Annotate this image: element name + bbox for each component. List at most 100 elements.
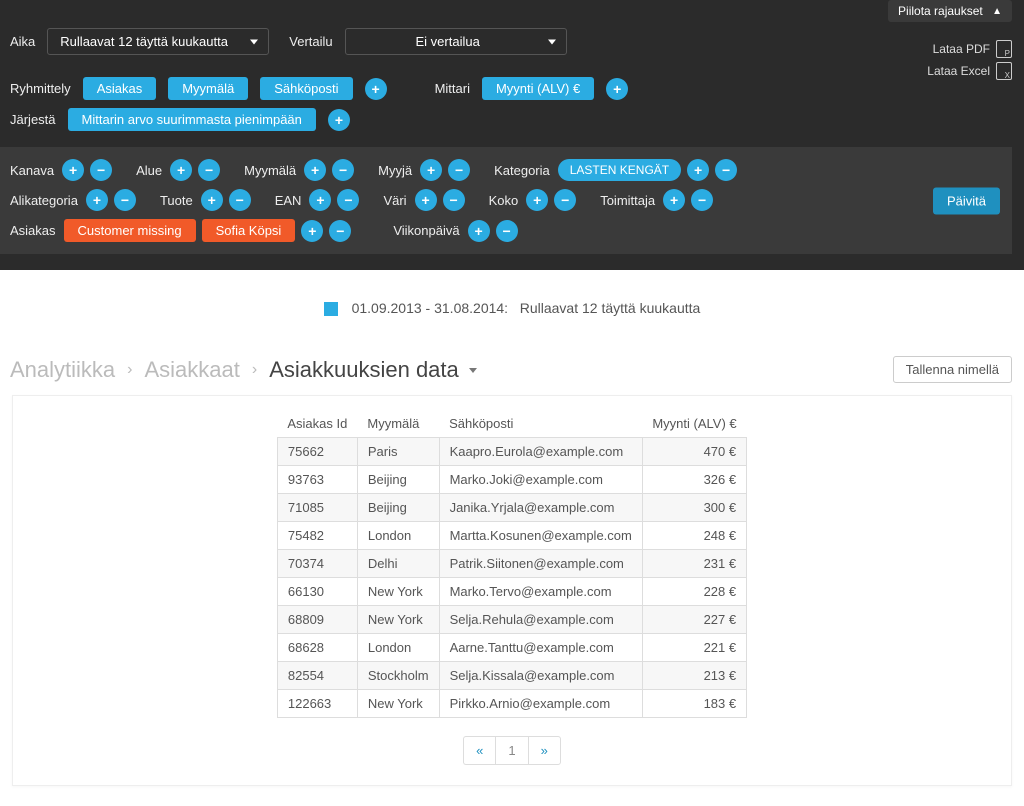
cell-email: Selja.Rehula@example.com (439, 606, 642, 634)
cell-sales: 228 € (642, 578, 746, 606)
pager-prev[interactable]: « (463, 736, 495, 765)
compare-dropdown[interactable]: Ei vertailua (345, 28, 567, 55)
filter-asiakas-label: Asiakas (10, 223, 56, 238)
download-pdf[interactable]: Lataa PDF (927, 40, 1012, 58)
table-row: 71085BeijingJanika.Yrjala@example.com300… (277, 494, 746, 522)
toimittaja-minus[interactable] (691, 189, 713, 211)
cell-email: Marko.Tervo@example.com (439, 578, 642, 606)
save-as-button[interactable]: Tallenna nimellä (893, 356, 1012, 383)
add-order-button[interactable] (328, 109, 350, 131)
table-row: 75662ParisKaapro.Eurola@example.com470 € (277, 438, 746, 466)
alikategoria-plus[interactable] (86, 189, 108, 211)
cell-sales: 227 € (642, 606, 746, 634)
breadcrumb-sep: › (252, 361, 257, 379)
hide-filters-toggle[interactable]: Piilota rajaukset ▲ (888, 0, 1012, 22)
tuote-minus[interactable] (229, 189, 251, 211)
myymala-minus[interactable] (332, 159, 354, 181)
update-button[interactable]: Päivitä (933, 187, 1000, 214)
table-row: 122663New YorkPirkko.Arnio@example.com18… (277, 690, 746, 718)
cell-id: 75662 (277, 438, 357, 466)
alikategoria-minus[interactable] (114, 189, 136, 211)
filter-myyja-label: Myyjä (378, 163, 412, 178)
add-metric-button[interactable] (606, 78, 628, 100)
order-pill[interactable]: Mittarin arvo suurimmasta pienimpään (68, 108, 316, 131)
add-group-button[interactable] (365, 78, 387, 100)
date-range-color-icon (324, 302, 338, 316)
kanava-minus[interactable] (90, 159, 112, 181)
asiakas-plus[interactable] (301, 220, 323, 242)
viikonpaiva-plus[interactable] (468, 220, 490, 242)
vari-plus[interactable] (415, 189, 437, 211)
ean-plus[interactable] (309, 189, 331, 211)
cell-sales: 326 € (642, 466, 746, 494)
kanava-plus[interactable] (62, 159, 84, 181)
cell-sales: 221 € (642, 634, 746, 662)
download-excel[interactable]: Lataa Excel (927, 62, 1012, 80)
filter-alue-label: Alue (136, 163, 162, 178)
cell-sales: 213 € (642, 662, 746, 690)
table-row: 75482LondonMartta.Kosunen@example.com248… (277, 522, 746, 550)
alue-minus[interactable] (198, 159, 220, 181)
date-range-text: 01.09.2013 - 31.08.2014: (352, 300, 508, 316)
tuote-plus[interactable] (201, 189, 223, 211)
caret-down-icon (548, 39, 556, 44)
col-email: Sähköposti (439, 410, 642, 438)
cell-id: 68628 (277, 634, 357, 662)
koko-plus[interactable] (526, 189, 548, 211)
filter-koko-label: Koko (489, 193, 519, 208)
pdf-icon (996, 40, 1012, 58)
caret-down-icon (469, 368, 477, 373)
cell-id: 75482 (277, 522, 357, 550)
breadcrumb: Analytiikka › Asiakkaat › Asiakkuuksien … (10, 357, 477, 383)
pager-current[interactable]: 1 (495, 736, 527, 765)
cell-store: New York (357, 606, 439, 634)
pager-next[interactable]: » (528, 736, 561, 765)
myymala-plus[interactable] (304, 159, 326, 181)
alue-plus[interactable] (170, 159, 192, 181)
kategoria-plus[interactable] (687, 159, 709, 181)
data-panel: Asiakas Id Myymälä Sähköposti Myynti (AL… (12, 395, 1012, 786)
date-range-desc: Rullaavat 12 täyttä kuukautta (520, 300, 701, 316)
kategoria-minus[interactable] (715, 159, 737, 181)
grouping-label: Ryhmittely (10, 81, 71, 96)
cell-email: Marko.Joki@example.com (439, 466, 642, 494)
group-pill-myymala[interactable]: Myymälä (168, 77, 248, 100)
filter-kategoria-label: Kategoria (494, 163, 550, 178)
cell-store: Stockholm (357, 662, 439, 690)
group-pill-sahkoposti[interactable]: Sähköposti (260, 77, 352, 100)
kategoria-value-pill[interactable]: LASTEN KENGÄT (558, 159, 681, 181)
time-dropdown[interactable]: Rullaavat 12 täyttä kuukautta (47, 28, 269, 55)
asiakas-minus[interactable] (329, 220, 351, 242)
vari-minus[interactable] (443, 189, 465, 211)
breadcrumb-asiakkaat[interactable]: Asiakkaat (144, 357, 239, 383)
breadcrumb-analytiikka[interactable]: Analytiikka (10, 357, 115, 383)
table-row: 66130New YorkMarko.Tervo@example.com228 … (277, 578, 746, 606)
koko-minus[interactable] (554, 189, 576, 211)
toimittaja-plus[interactable] (663, 189, 685, 211)
table-row: 68809New YorkSelja.Rehula@example.com227… (277, 606, 746, 634)
filter-kanava-label: Kanava (10, 163, 54, 178)
viikonpaiva-minus[interactable] (496, 220, 518, 242)
cell-store: Beijing (357, 466, 439, 494)
myyja-plus[interactable] (420, 159, 442, 181)
filter-viikonpaiva-label: Viikonpäivä (393, 223, 459, 238)
filter-alikategoria-label: Alikategoria (10, 193, 78, 208)
breadcrumb-current[interactable]: Asiakkuuksien data (269, 357, 477, 383)
metric-pill[interactable]: Myynti (ALV) € (482, 77, 594, 100)
table-row: 82554StockholmSelja.Kissala@example.com2… (277, 662, 746, 690)
asiakas-value-1[interactable]: Customer missing (64, 219, 196, 242)
cell-id: 68809 (277, 606, 357, 634)
pager: « 1 » (23, 736, 1001, 765)
myyja-minus[interactable] (448, 159, 470, 181)
hide-filters-label: Piilota rajaukset (898, 4, 983, 18)
ean-minus[interactable] (337, 189, 359, 211)
cell-id: 70374 (277, 550, 357, 578)
cell-email: Selja.Kissala@example.com (439, 662, 642, 690)
table-row: 68628LondonAarne.Tanttu@example.com221 € (277, 634, 746, 662)
cell-email: Pirkko.Arnio@example.com (439, 690, 642, 718)
asiakas-value-2[interactable]: Sofia Köpsi (202, 219, 296, 242)
group-pill-asiakas[interactable]: Asiakas (83, 77, 157, 100)
cell-store: London (357, 634, 439, 662)
download-excel-label: Lataa Excel (927, 64, 990, 78)
cell-store: Delhi (357, 550, 439, 578)
